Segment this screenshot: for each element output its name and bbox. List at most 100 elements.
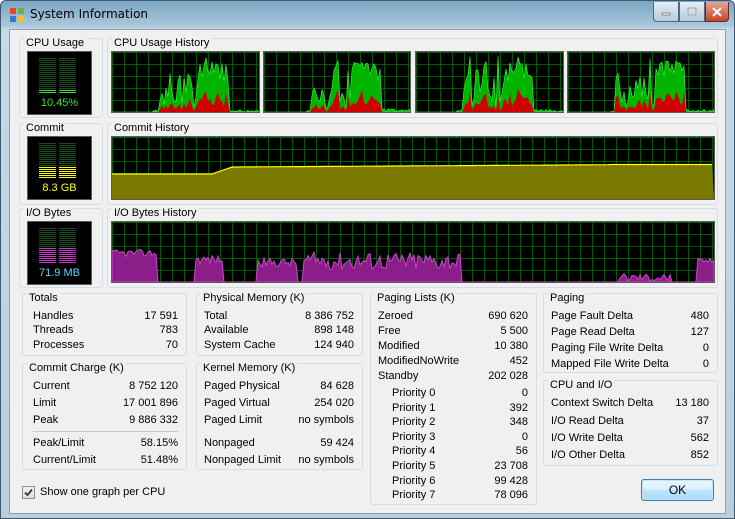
- stat-label: Limit: [33, 397, 57, 409]
- stat-label: Current/Limit: [33, 454, 96, 466]
- stat-value: 8 386 752: [305, 310, 354, 322]
- stat-row-available: Available 898 148: [204, 323, 354, 337]
- stat-value: 127: [690, 326, 709, 338]
- kernel-memory-label: Kernel Memory (K): [201, 362, 298, 374]
- stat-label: Paging File Write Delta: [551, 342, 664, 354]
- paging-group: Paging Page Fault Delta 480 Page Read Del…: [543, 292, 718, 373]
- stat-value: 10 380: [494, 340, 528, 352]
- one-graph-per-cpu-label[interactable]: Show one graph per CPU: [40, 486, 165, 498]
- stat-label: Modified: [378, 340, 420, 352]
- stat-row-system-cache: System Cache 124 940: [204, 338, 354, 352]
- stat-row-paged-limit: Paged Limit no symbols: [204, 413, 354, 427]
- stat-row-io-other-delta: I/O Other Delta 852: [551, 448, 709, 462]
- stat-value: 254 020: [314, 397, 354, 409]
- stat-row-priority: Priority 4 56: [392, 444, 528, 458]
- stat-label: Priority 5: [392, 460, 436, 472]
- cpu-history-graph-cpu3: [567, 51, 715, 113]
- io-bytes-group: I/O Bytes 71.9 MB: [19, 207, 103, 288]
- cpu-usage-group: CPU Usage 10.45%: [19, 37, 103, 118]
- stat-value: 17 001 896: [122, 397, 178, 409]
- checkmark-icon: [24, 488, 33, 497]
- stat-row-current-limit: Current/Limit 51.48%: [33, 453, 178, 467]
- stat-row-priority: Priority 7 78 096: [392, 488, 528, 502]
- gauge-bars: [39, 143, 76, 178]
- separator: [33, 431, 178, 432]
- stat-row-peak: Peak 9 886 332: [33, 413, 178, 427]
- stat-label: Mapped File Write Delta: [551, 358, 669, 370]
- one-graph-per-cpu-checkbox[interactable]: [22, 486, 35, 499]
- stat-value: 56: [515, 445, 528, 458]
- stat-label: Available: [204, 324, 249, 336]
- stat-label: I/O Read Delta: [551, 415, 624, 427]
- physical-memory-label: Physical Memory (K): [201, 292, 307, 304]
- maximize-button[interactable]: [679, 2, 705, 22]
- stat-label: Page Fault Delta: [551, 310, 633, 322]
- stat-label: Standby: [378, 370, 419, 382]
- stat-value: 0: [702, 342, 709, 354]
- stat-row-limit: Limit 17 001 896: [33, 396, 178, 410]
- commit-gauge: 8.3 GB: [27, 136, 92, 200]
- stat-value: 852: [690, 449, 709, 461]
- cpu-usage-value: 10.45%: [40, 97, 79, 109]
- stat-label: System Cache: [204, 339, 276, 351]
- paging-lists-label: Paging Lists (K): [375, 292, 457, 304]
- stat-row-paged-virtual: Paged Virtual 254 020: [204, 396, 354, 410]
- stat-row-paged-physical: Paged Physical 84 628: [204, 379, 354, 393]
- commit-history-group: Commit History: [107, 122, 718, 205]
- commit-area: [112, 164, 714, 199]
- stat-row-priority: Priority 6 99 428: [392, 474, 528, 488]
- paging-lists-group: Paging Lists (K) Zeroed 690 620 Free 5 500 M…: [370, 292, 537, 505]
- title-bar[interactable]: System Information: [1, 1, 734, 29]
- commit-value: 8.3 GB: [42, 182, 77, 194]
- stat-value: 8 752 120: [129, 380, 178, 392]
- io-bytes-gauge: 71.9 MB: [27, 221, 92, 285]
- stat-value: 452: [509, 355, 528, 367]
- stat-label: Total: [204, 310, 228, 322]
- stat-row-priority: Priority 3 0: [392, 430, 528, 444]
- cpu-and-io-label: CPU and I/O: [548, 379, 615, 391]
- commit-history-label: Commit History: [112, 122, 192, 134]
- stat-value: 783: [159, 324, 178, 336]
- stat-value: no symbols: [298, 414, 354, 426]
- stat-value: 348: [509, 416, 528, 429]
- stat-label: Current: [33, 380, 70, 392]
- stat-row-page-fault-delta: Page Fault Delta 480: [551, 309, 709, 323]
- stat-label: Processes: [33, 339, 85, 351]
- paging-label: Paging: [548, 292, 587, 304]
- system-information-window: System Information CPU Usage 10.45% CPU …: [0, 0, 735, 519]
- stat-label: Priority 2: [392, 416, 436, 429]
- io-bytes-value: 71.9 MB: [39, 267, 80, 279]
- io-bytes-history-group: I/O Bytes History: [107, 207, 718, 288]
- stat-label: Paged Virtual: [204, 397, 270, 409]
- stat-row-nonpaged-limit: Nonpaged Limit no symbols: [204, 453, 354, 467]
- stat-value: 58.15%: [140, 437, 178, 449]
- ok-button[interactable]: OK: [641, 479, 714, 501]
- stat-row-mapped-file-write-delta: Mapped File Write Delta 0: [551, 357, 709, 371]
- stat-value: 898 148: [314, 324, 354, 336]
- close-button[interactable]: [705, 2, 729, 22]
- minimize-button[interactable]: [653, 2, 679, 22]
- commit-group: Commit 8.3 GB: [19, 122, 103, 205]
- stat-value: 0: [521, 387, 528, 399]
- cpu-usage-history-label: CPU Usage History: [112, 37, 212, 49]
- stat-label: Priority 1: [392, 401, 436, 414]
- stat-row-priority: Priority 2 348: [392, 415, 528, 429]
- stat-row-threads: Threads 783: [33, 323, 178, 337]
- stat-row-priority: Priority 5 23 708: [392, 459, 528, 473]
- stat-label: Paged Limit: [204, 414, 263, 426]
- stat-label: Handles: [33, 310, 74, 322]
- stat-row-paging-list: Standby 202 028: [378, 369, 528, 383]
- stat-row-priority: Priority 1 392: [392, 401, 528, 415]
- stat-value: 13 180: [675, 397, 709, 409]
- stat-row-paging-list: Modified 10 380: [378, 339, 528, 353]
- cpu-usage-gauge: 10.45%: [27, 51, 92, 115]
- cpu-total-area: [112, 57, 259, 112]
- cpu-usage-label: CPU Usage: [24, 37, 87, 49]
- stat-row-paging-list: ModifiedNoWrite 452: [378, 354, 528, 368]
- stat-label: Peak: [33, 414, 59, 426]
- stat-label: Free: [378, 325, 401, 337]
- close-icon: [712, 6, 722, 17]
- stat-row-io-read-delta: I/O Read Delta 37: [551, 414, 709, 428]
- stat-row-current: Current 8 752 120: [33, 379, 178, 393]
- cpu-history-graph-cpu2: [415, 51, 564, 113]
